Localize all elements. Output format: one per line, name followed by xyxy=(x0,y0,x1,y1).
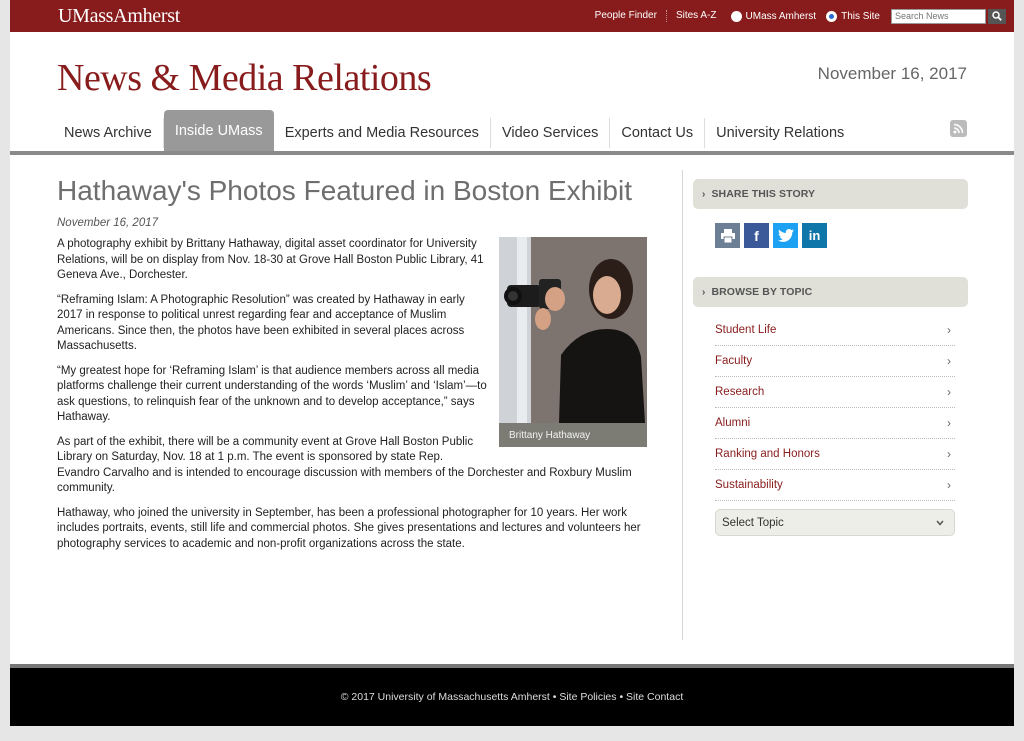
article-date: November 16, 2017 xyxy=(57,217,159,229)
topic-label: Faculty xyxy=(715,355,753,367)
chevron-right-icon: › xyxy=(947,354,951,368)
chevron-right-icon: › xyxy=(947,416,951,430)
search-icon xyxy=(992,11,1002,21)
browse-topic-header[interactable]: › BROWSE BY TOPIC xyxy=(693,277,968,307)
facebook-button[interactable]: f xyxy=(744,223,769,248)
footer-text: © 2017 University of Massachusetts Amher… xyxy=(340,691,684,703)
radio-site-label: This Site xyxy=(841,10,880,22)
topic-student-life[interactable]: Student Life › xyxy=(715,315,955,346)
page-content: News & Media Relations November 16, 2017… xyxy=(10,32,1014,664)
sites-az-link[interactable]: Sites A-Z xyxy=(667,10,726,22)
topic-label: Sustainability xyxy=(715,479,783,491)
share-story-title: SHARE THIS STORY xyxy=(711,188,816,200)
rss-icon[interactable] xyxy=(950,120,967,137)
article-headline: Hathaway's Photos Featured in Boston Exh… xyxy=(57,175,632,206)
radio-unselected-icon xyxy=(730,10,742,22)
rss-glyph xyxy=(953,123,964,134)
twitter-icon xyxy=(777,229,794,242)
topic-research[interactable]: Research › xyxy=(715,377,955,408)
search-button[interactable] xyxy=(988,8,1006,24)
topic-label: Alumni xyxy=(715,417,751,429)
chevron-right-icon: › xyxy=(947,478,951,492)
topic-label: Student Life xyxy=(715,324,777,336)
nav-inside-umass[interactable]: Inside UMass xyxy=(163,110,274,151)
photo-brittany-hathaway[interactable] xyxy=(499,237,647,423)
chevron-right-icon: › xyxy=(702,188,706,200)
article-paragraph-5: Hathaway, who joined the university in S… xyxy=(57,506,641,550)
topic-sustainability[interactable]: Sustainability › xyxy=(715,470,955,501)
radio-umass-label: UMass Amherst xyxy=(745,10,817,22)
column-divider xyxy=(682,170,683,640)
twitter-button[interactable] xyxy=(773,223,798,248)
photo-illustration xyxy=(499,237,647,423)
umass-logo[interactable]: UMassAmherst xyxy=(58,5,180,28)
radio-this-site[interactable]: This Site xyxy=(821,10,885,22)
chevron-down-icon xyxy=(936,520,944,526)
sidebar: › SHARE THIS STORY f in › BROWSE BY TOPI… xyxy=(693,179,968,536)
print-icon xyxy=(720,228,735,243)
topic-faculty[interactable]: Faculty › xyxy=(715,346,955,377)
header-date: November 16, 2017 xyxy=(817,64,967,83)
nav-contact-us[interactable]: Contact Us xyxy=(610,118,706,148)
select-topic-dropdown[interactable]: Select Topic xyxy=(715,509,955,536)
topic-alumni[interactable]: Alumni › xyxy=(715,408,955,439)
nav-experts-media-resources[interactable]: Experts and Media Resources xyxy=(274,118,491,148)
print-button[interactable] xyxy=(715,223,740,248)
site-title[interactable]: News & Media Relations xyxy=(57,56,432,100)
topic-ranking-honors[interactable]: Ranking and Honors › xyxy=(715,439,955,470)
facebook-icon: f xyxy=(754,227,759,244)
nav-news-archive[interactable]: News Archive xyxy=(53,118,164,148)
footer: © 2017 University of Massachusetts Amher… xyxy=(10,664,1014,726)
radio-selected-icon xyxy=(826,10,838,22)
radio-umass-amherst[interactable]: UMass Amherst xyxy=(726,10,822,22)
top-links: People Finder Sites A-Z UMass Amherst Th… xyxy=(586,0,1014,32)
nav-video-services[interactable]: Video Services xyxy=(491,118,611,148)
main-nav: News Archive Inside UMass Experts and Me… xyxy=(53,110,855,151)
topic-label: Research xyxy=(715,386,765,398)
share-buttons: f in xyxy=(715,223,968,248)
chevron-right-icon: › xyxy=(947,323,951,337)
article: Hathaway's Photos Featured in Boston Exh… xyxy=(57,172,647,561)
article-figure: Brittany Hathaway xyxy=(499,237,647,447)
linkedin-icon: in xyxy=(808,228,821,243)
nav-underline xyxy=(10,151,1014,155)
article-body: Brittany Hathaway A photography exhibit … xyxy=(57,237,647,552)
chevron-right-icon: › xyxy=(702,286,706,298)
share-story-header[interactable]: › SHARE THIS STORY xyxy=(693,179,968,209)
linkedin-button[interactable]: in xyxy=(802,223,827,248)
nav-university-relations[interactable]: University Relations xyxy=(705,118,855,148)
search-input[interactable] xyxy=(891,8,986,24)
browse-topic-title: BROWSE BY TOPIC xyxy=(711,286,813,298)
topic-label: Ranking and Honors xyxy=(715,448,820,460)
photo-caption: Brittany Hathaway xyxy=(499,423,647,447)
people-finder-link[interactable]: People Finder xyxy=(586,10,667,22)
topic-list: Student Life › Faculty › Research › Alumni ›… xyxy=(715,315,955,501)
select-topic-value: Select Topic xyxy=(722,516,784,529)
chevron-right-icon: › xyxy=(947,447,951,461)
top-bar: UMassAmherst People Finder Sites A-Z UMa… xyxy=(10,0,1014,32)
chevron-right-icon: › xyxy=(947,385,951,399)
